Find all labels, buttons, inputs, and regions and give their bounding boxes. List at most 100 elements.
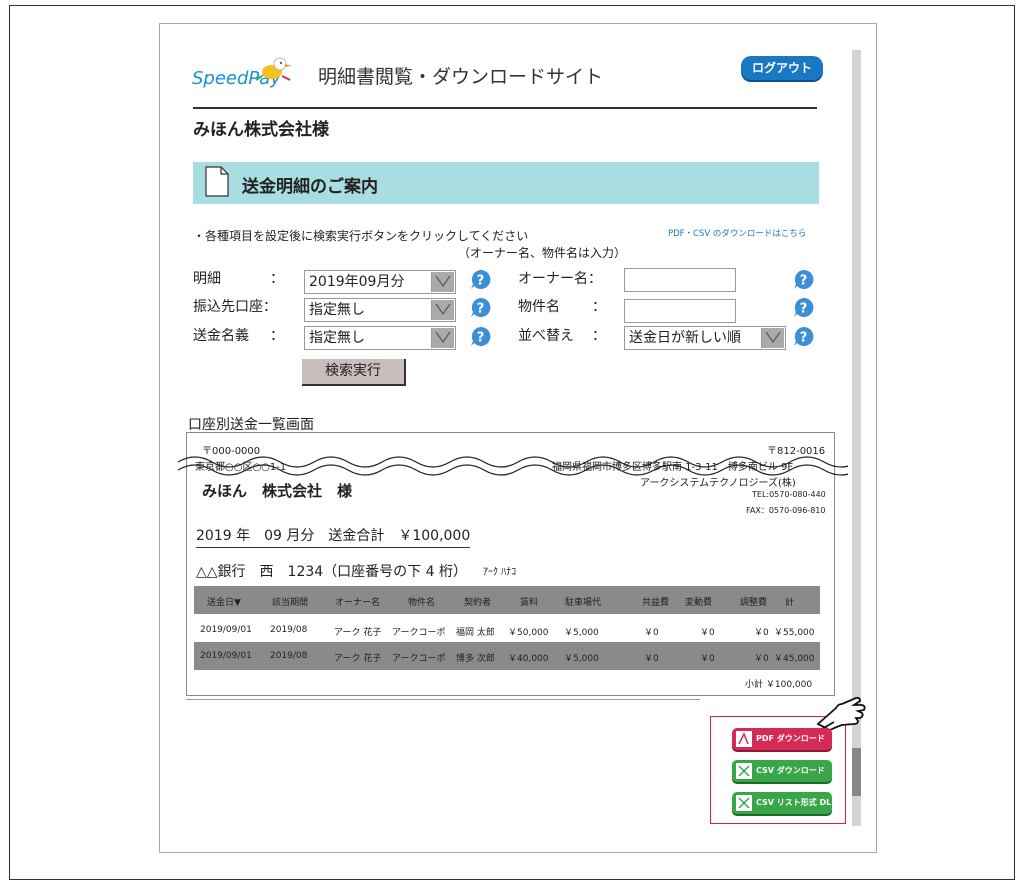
bank-line: △△銀行 西 1234（口座番号の下 4 桁） [196, 564, 467, 580]
table-header: 送金日▼ 該当期間 オーナー名 物件名 契約者 賃料 駐車場代 共益費 変動費 … [194, 586, 820, 614]
help-icon[interactable]: ? [793, 269, 814, 290]
property-input[interactable] [624, 299, 736, 323]
owner-input[interactable] [624, 268, 736, 292]
table-cell: ￥5,000 [564, 628, 599, 638]
meisai-label: 明細 [193, 271, 221, 287]
sender-label: 送金名義 [193, 328, 249, 344]
table-cell: ￥55,000 [774, 628, 815, 638]
svg-text:?: ? [800, 331, 808, 346]
pointing-hand-icon [816, 696, 866, 732]
list-bottom-divider [186, 699, 700, 700]
svg-text:?: ? [477, 331, 485, 346]
table-cell: ￥45,000 [774, 654, 815, 664]
table-cell: ￥0 [700, 628, 715, 638]
wavy-cut-line [178, 456, 848, 476]
table-cell: アーク 花子 [334, 628, 382, 638]
search-button[interactable]: 検索実行 [302, 359, 406, 386]
period-total: 2019 年 09 月分 送金合計 ￥100,000 [196, 525, 471, 548]
document-icon [205, 166, 229, 197]
chevron-down-icon[interactable] [431, 328, 454, 348]
property-label: 物件名 [518, 299, 560, 315]
sender-fax: FAX：0570-096-810 [746, 506, 826, 515]
column-header: 物件名 [408, 598, 436, 608]
table-cell: ￥0 [644, 654, 659, 664]
csv-file-icon [736, 763, 752, 779]
csv-download-button[interactable]: CSV ダウンロード [732, 760, 832, 782]
download-link[interactable]: PDF・CSV のダウンロードはこちら [668, 227, 806, 239]
table-cell: 福岡 太郎 [456, 628, 495, 638]
chevron-down-icon[interactable] [431, 300, 454, 320]
table-cell: ￥0 [644, 628, 659, 638]
pdf-download-label: PDF ダウンロード [756, 734, 825, 743]
sort-colon: ： [592, 328, 606, 344]
logout-button[interactable]: ログアウト [741, 56, 823, 80]
table-cell: アーク 花子 [334, 654, 382, 664]
scrollbar-thumb[interactable] [852, 748, 861, 796]
owner-label: オーナー名： [518, 271, 602, 287]
sort-label: 並べ替え [518, 328, 574, 344]
account-label: 振込先口座： [193, 299, 277, 315]
table-cell: アークコーポ [392, 628, 446, 638]
svg-text:?: ? [800, 302, 808, 317]
column-header: 計 [785, 598, 795, 608]
csv-list-download-button[interactable]: CSV リスト形式 DL [732, 792, 832, 814]
sort-select[interactable]: 送金日が新しい順 [624, 326, 786, 350]
table-cell: ￥0 [754, 628, 769, 638]
table-cell: ￥40,000 [508, 654, 549, 664]
table-cell: 2019/09/01 [200, 651, 252, 661]
list-title: 口座別送金一覧画面 [188, 417, 314, 433]
table-cell: 2019/09/01 [200, 625, 252, 635]
column-header: 駐車場代 [565, 598, 602, 608]
chevron-down-icon[interactable] [431, 272, 454, 292]
speedpay-logo: SpeedPay [192, 57, 292, 89]
help-icon[interactable]: ? [470, 297, 491, 318]
table-cell: 2019/08 [270, 651, 308, 661]
column-header: 共益費 [642, 598, 670, 608]
bird-logo-icon [255, 57, 292, 81]
sender-select[interactable]: 指定無し [304, 326, 456, 350]
table-cell: ￥0 [700, 654, 715, 664]
subtotal: 小計 ￥100,000 [745, 677, 812, 690]
meisai-colon: ： [270, 271, 284, 287]
csv-download-label: CSV ダウンロード [756, 766, 825, 775]
company-name: みほん株式会社様 [193, 120, 329, 140]
column-header: 該当期間 [272, 598, 309, 608]
help-icon[interactable]: ? [470, 269, 491, 290]
recipient-name: みほん 株式会社 様 [202, 482, 353, 500]
meisai-select-value: 2019年09月分 [309, 274, 405, 290]
account-select[interactable]: 指定無し [304, 298, 456, 322]
property-colon: ： [592, 299, 606, 315]
sender-select-value: 指定無し [309, 330, 365, 346]
header-divider [193, 107, 817, 109]
pdf-file-icon [736, 731, 752, 747]
table-row: 2019/09/01 2019/08 アーク 花子 アークコーポ 博多 次郎 ￥… [194, 642, 820, 670]
instruction-note: （オーナー名、物件名は入力） [458, 246, 627, 260]
help-icon[interactable]: ? [793, 297, 814, 318]
csv-file-icon [736, 795, 752, 811]
pdf-download-button[interactable]: PDF ダウンロード [732, 728, 832, 750]
sender-tel: TEL:0570-080-440 [752, 490, 826, 499]
table-cell: ￥0 [754, 654, 769, 664]
table-cell: アークコーポ [392, 654, 446, 664]
help-icon[interactable]: ? [470, 326, 491, 347]
sort-select-value: 送金日が新しい順 [629, 330, 741, 346]
column-header: 調整費 [740, 598, 768, 608]
table-cell: 博多 次郎 [456, 654, 495, 664]
help-icon[interactable]: ? [793, 326, 814, 347]
table-cell: ￥5,000 [564, 654, 599, 664]
site-title: 明細書閲覧・ダウンロードサイト [318, 66, 604, 88]
sender-colon: ： [270, 328, 284, 344]
column-header: 契約者 [464, 598, 492, 608]
column-header: 賃料 [520, 598, 539, 608]
column-header: 変動費 [685, 598, 713, 608]
subtotal-label: 小計 [745, 680, 764, 690]
column-header-date[interactable]: 送金日▼ [207, 595, 241, 608]
table-cell: 2019/08 [270, 625, 308, 635]
section-title: 送金明細のご案内 [242, 177, 378, 197]
meisai-select[interactable]: 2019年09月分 [304, 270, 456, 294]
instruction-text: ・各種項目を設定後に検索実行ボタンをクリックしてください [193, 229, 529, 243]
chevron-down-icon[interactable] [761, 328, 784, 348]
table-cell: ￥50,000 [508, 628, 549, 638]
account-select-value: 指定無し [309, 302, 365, 318]
svg-text:?: ? [477, 274, 485, 289]
